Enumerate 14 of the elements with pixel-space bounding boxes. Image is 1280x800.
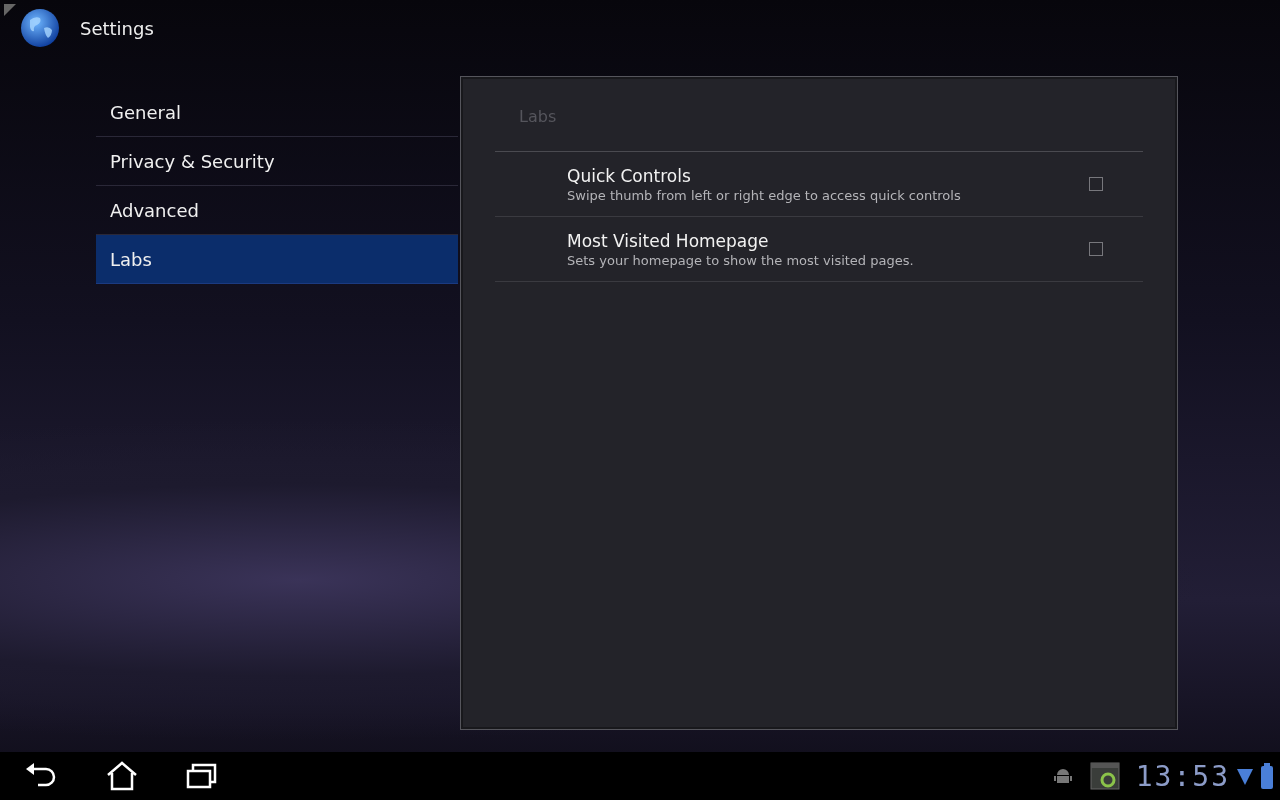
browser-notification-icon bbox=[1089, 762, 1120, 790]
clock: 13:53 bbox=[1135, 759, 1230, 793]
preference-title: Most Visited Homepage bbox=[567, 230, 770, 251]
sidebar-item[interactable]: General bbox=[96, 88, 458, 137]
preference-summary: Sets your homepage to show the most visited pages. bbox=[567, 252, 915, 268]
checkbox[interactable] bbox=[1089, 177, 1103, 191]
preference-summary: Swipe thumb from left or right edge to access quick controls bbox=[567, 187, 962, 203]
globe-icon[interactable] bbox=[20, 8, 60, 48]
battery-icon bbox=[1260, 763, 1274, 789]
sidebar-item[interactable]: Privacy & Security bbox=[96, 137, 458, 186]
app-title: Settings bbox=[80, 17, 154, 39]
checkbox[interactable] bbox=[1089, 242, 1103, 256]
preference-title: Quick Controls bbox=[567, 165, 692, 186]
sidebar-item[interactable]: Labs bbox=[96, 235, 458, 284]
